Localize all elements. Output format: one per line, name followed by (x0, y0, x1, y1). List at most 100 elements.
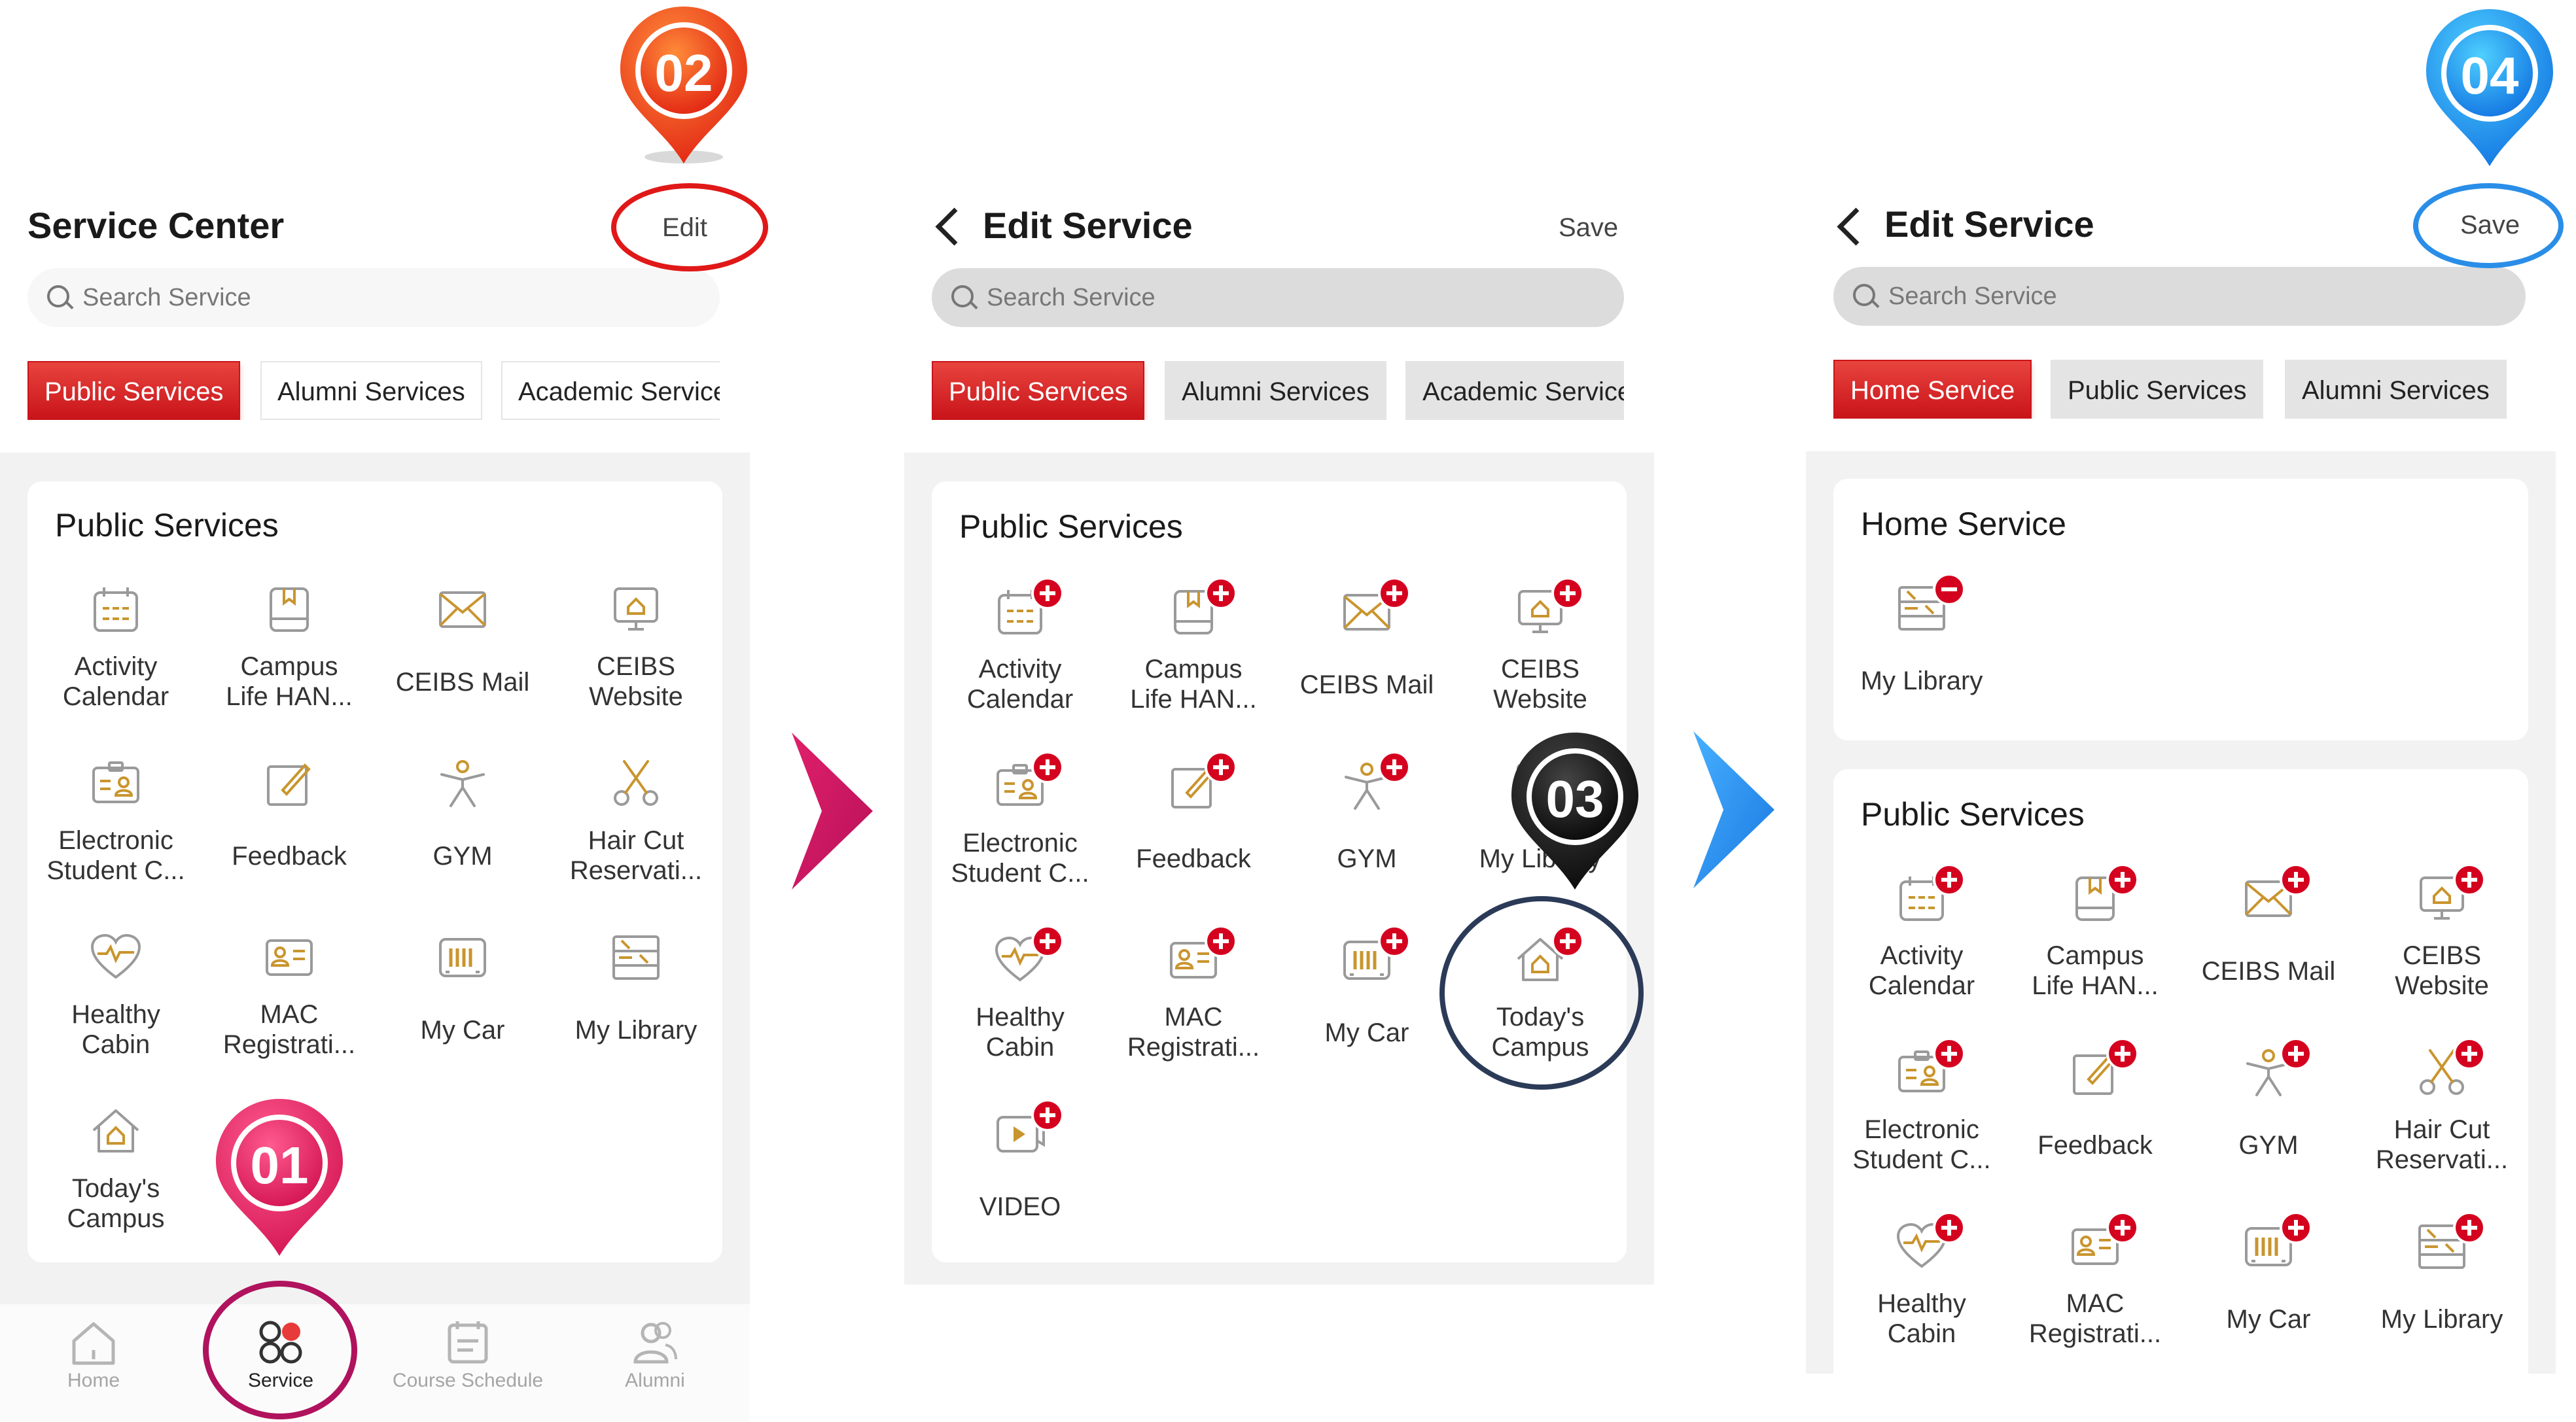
service-item[interactable]: MAC Registrati... (2007, 1211, 2183, 1391)
add-badge-icon[interactable] (2453, 863, 2486, 896)
tab-home-service[interactable]: Home Service (1833, 360, 2032, 419)
service-item[interactable]: VIDEO (932, 1099, 1108, 1278)
service-item[interactable]: Healthy Cabin (932, 925, 1108, 1104)
service-item[interactable]: Feedback (201, 757, 378, 928)
tab-alumni-services[interactable]: Alumni Services (2285, 360, 2507, 419)
service-item[interactable]: Healthy Cabin (1833, 1211, 2010, 1391)
service-item[interactable]: GYM (374, 757, 551, 928)
add-badge-icon[interactable] (1378, 925, 1411, 958)
public-services-card: Public Services Activity Calendar Campus … (1833, 769, 2528, 1397)
service-item-label: Hair Cut Reservati... (569, 826, 703, 885)
service-item-label: CEIBS Website (2395, 941, 2489, 1000)
nav-home-label: Home (67, 1370, 120, 1391)
add-badge-icon[interactable] (1205, 751, 1237, 784)
service-item[interactable]: Electronic Student C... (27, 757, 204, 928)
service-item[interactable]: Campus Life HAN... (201, 583, 378, 754)
back-chevron-icon[interactable] (1837, 207, 1875, 246)
alumni-icon (633, 1322, 677, 1364)
search-input[interactable]: Search Service (1833, 267, 2526, 326)
nav-course-schedule[interactable]: Course Schedule (374, 1304, 561, 1422)
back-chevron-icon[interactable] (935, 207, 974, 246)
service-item[interactable]: MAC Registrati... (201, 931, 378, 1101)
remove-badge-icon[interactable] (1933, 573, 1966, 606)
service-item[interactable]: MAC Registrati... (1105, 925, 1282, 1104)
service-item-label: Hair Cut Reservati... (2375, 1115, 2509, 1174)
service-item-label: GYM (1337, 844, 1397, 873)
service-item[interactable]: Campus Life HAN... (1105, 577, 1282, 756)
save-button[interactable]: Save (1559, 213, 1618, 243)
tab-academic-service[interactable]: Academic Service (1405, 361, 1624, 420)
service-item-label: Campus Life HAN... (1130, 655, 1257, 714)
search-icon (47, 285, 69, 307)
add-badge-icon[interactable] (2280, 1037, 2312, 1070)
page-title: Service Center (27, 205, 285, 246)
step-marker-label: 04 (2460, 46, 2519, 105)
service-item[interactable]: CEIBS Website (548, 583, 724, 754)
step-marker-01: 01 (211, 1094, 348, 1257)
service-item-label: Campus Life HAN... (226, 652, 353, 711)
category-tabs: Home Service Public Services Alumni Serv… (1833, 360, 2526, 419)
add-badge-icon[interactable] (2106, 1211, 2139, 1244)
tab-public-services[interactable]: Public Services (27, 361, 241, 420)
add-badge-icon[interactable] (1031, 925, 1064, 958)
search-input[interactable]: Search Service (932, 268, 1624, 327)
service-item[interactable]: Today's Campus (27, 1105, 204, 1275)
add-badge-icon[interactable] (2106, 1037, 2139, 1070)
service-item[interactable]: CEIBS Mail (2180, 863, 2357, 1043)
add-badge-icon[interactable] (2106, 863, 2139, 896)
service-item[interactable]: Activity Calendar (1833, 863, 2010, 1043)
add-badge-icon[interactable] (2453, 1037, 2486, 1070)
tab-academic-service[interactable]: Academic Service (501, 361, 720, 420)
service-item-label: Activity Calendar (62, 652, 169, 711)
service-item[interactable]: Healthy Cabin (27, 931, 204, 1101)
service-item[interactable]: Feedback (2007, 1037, 2183, 1217)
service-item[interactable]: CEIBS Mail (1279, 577, 1455, 756)
service-item[interactable]: My Car (1279, 925, 1455, 1104)
service-item[interactable]: Activity Calendar (27, 583, 204, 754)
tab-alumni-services[interactable]: Alumni Services (1165, 361, 1386, 420)
service-item[interactable]: Campus Life HAN... (2007, 863, 2183, 1043)
service-item[interactable]: My Car (374, 931, 551, 1101)
tab-public-services[interactable]: Public Services (2051, 360, 2264, 419)
add-badge-icon[interactable] (1933, 1037, 1966, 1070)
service-highlight-ring (203, 1281, 357, 1419)
step-marker-02: 02 (615, 1, 752, 165)
add-badge-icon[interactable] (1205, 577, 1237, 610)
add-badge-icon[interactable] (1551, 577, 1584, 610)
service-item[interactable]: Hair Cut Reservati... (548, 757, 724, 928)
service-item[interactable]: CEIBS Website (2354, 863, 2530, 1043)
service-item[interactable]: Electronic Student C... (1833, 1037, 2010, 1217)
add-badge-icon[interactable] (1933, 1211, 1966, 1244)
add-badge-icon[interactable] (1031, 577, 1064, 610)
service-item-label: Activity Calendar (1868, 941, 1975, 1000)
search-input[interactable]: Search Service (27, 268, 720, 327)
monitor-home-icon (614, 587, 658, 631)
service-item[interactable]: My Library (548, 931, 724, 1101)
tab-public-services[interactable]: Public Services (932, 361, 1145, 420)
add-badge-icon[interactable] (1031, 1099, 1064, 1132)
page-title: Edit Service (1884, 203, 2094, 245)
add-badge-icon[interactable] (1933, 863, 1966, 896)
service-item[interactable]: Hair Cut Reservati... (2354, 1037, 2530, 1217)
service-item[interactable]: GYM (2180, 1037, 2357, 1217)
add-badge-icon[interactable] (2280, 863, 2312, 896)
step-marker-label: 03 (1545, 770, 1604, 828)
service-item[interactable]: Feedback (1105, 751, 1282, 930)
add-badge-icon[interactable] (1378, 577, 1411, 610)
add-badge-icon[interactable] (2453, 1211, 2486, 1244)
service-item[interactable]: Activity Calendar (932, 577, 1108, 756)
service-item[interactable]: Electronic Student C... (932, 751, 1108, 930)
service-item[interactable]: My Car (2180, 1211, 2357, 1391)
add-badge-icon[interactable] (2280, 1211, 2312, 1244)
tab-alumni-services[interactable]: Alumni Services (260, 361, 482, 420)
add-badge-icon[interactable] (1031, 751, 1064, 784)
service-item-label: Electronic Student C... (46, 826, 185, 885)
nav-home[interactable]: Home (0, 1304, 187, 1422)
service-item[interactable]: GYM (1279, 751, 1455, 930)
add-badge-icon[interactable] (1205, 925, 1237, 958)
nav-alumni[interactable]: Alumni (561, 1304, 749, 1422)
service-item[interactable]: My Library (2354, 1211, 2530, 1391)
service-item[interactable]: CEIBS Mail (374, 583, 551, 754)
add-badge-icon[interactable] (1378, 751, 1411, 784)
service-item[interactable]: My Library (1833, 573, 2010, 752)
